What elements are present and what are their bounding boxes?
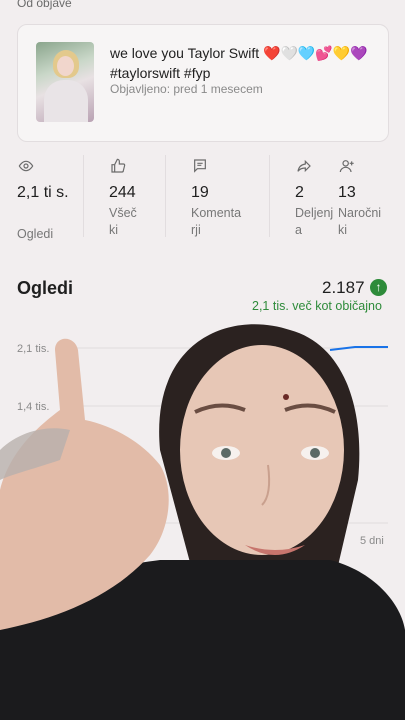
stat-label: Komenta rji bbox=[191, 206, 242, 237]
stat-label: Všeč ki bbox=[109, 206, 137, 237]
eye-icon bbox=[18, 160, 34, 172]
arrow-up-icon: ↑ bbox=[370, 279, 387, 296]
stat-value: 2,1 ti s. bbox=[17, 184, 69, 201]
views-heading: Ogledi bbox=[17, 278, 74, 298]
stat-value: 19 bbox=[191, 184, 209, 201]
stat-views[interactable]: 2,1 ti s. Ogledi bbox=[17, 158, 69, 241]
stat-likes[interactable]: 244 Všeč ki bbox=[109, 158, 137, 237]
stat-label: Deljenj a bbox=[295, 206, 334, 237]
stat-value: 2 bbox=[295, 184, 304, 201]
stat-value: 244 bbox=[109, 184, 136, 201]
share-icon bbox=[297, 159, 311, 173]
post-date: Objavljeno: pred 1 mesecem bbox=[110, 82, 263, 96]
post-thumbnail[interactable] bbox=[36, 42, 94, 122]
subscriber-icon bbox=[339, 160, 354, 173]
stat-label: Ogledi bbox=[17, 227, 54, 241]
section-label: Od objave bbox=[17, 0, 72, 10]
comment-icon bbox=[194, 159, 206, 173]
views-total: 2.187 bbox=[322, 278, 365, 297]
post-title: we love you Taylor Swift ❤️🤍🩵💕💛💜#taylors… bbox=[110, 45, 368, 81]
stat-label: Naročni ki bbox=[338, 206, 382, 237]
stat-comments[interactable]: 19 Komenta rji bbox=[191, 158, 241, 237]
thumbs-up-icon bbox=[111, 158, 126, 173]
camera-overlay bbox=[0, 324, 405, 720]
stat-shares[interactable]: 2 Deljenj a bbox=[295, 158, 333, 237]
stat-value: 13 bbox=[338, 184, 356, 201]
stat-subscribers[interactable]: 13 Naročni ki bbox=[338, 158, 381, 237]
